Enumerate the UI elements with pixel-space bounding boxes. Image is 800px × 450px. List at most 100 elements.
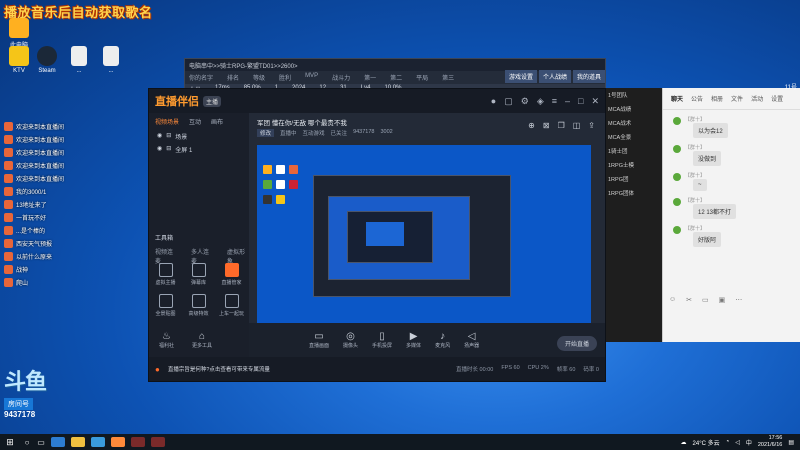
tool-play-together[interactable]: 上车一起玩 (215, 294, 248, 317)
camera-icon[interactable]: ◫ (573, 121, 581, 130)
tab-announcement[interactable]: 公告 (691, 94, 703, 103)
lock-icon[interactable]: ⊠ (543, 121, 550, 130)
tool-sticker[interactable]: 全景贴图 (149, 294, 182, 317)
folder-icon[interactable]: ▭ (702, 296, 709, 304)
settings-icon[interactable]: ⚙ (521, 96, 529, 107)
edge-icon[interactable] (51, 437, 65, 447)
more-tools-button[interactable]: ⌂ 更多工具 (192, 331, 212, 349)
column-header: 你的名字 (189, 76, 214, 82)
copy-icon[interactable]: ❐ (558, 121, 565, 130)
emoji-icon[interactable]: ☺ (669, 296, 676, 304)
danmaku-line: 13地址来了 (4, 198, 124, 210)
record-icon[interactable]: ⊕ (528, 121, 535, 130)
lock-icon[interactable]: ⊟ (166, 145, 171, 154)
list-item[interactable]: MCA战绩 (604, 102, 662, 116)
camera-button[interactable]: ◎ 摄像头 (343, 331, 358, 349)
play-icon: ▶ (409, 331, 418, 342)
maximize-icon[interactable]: □ (578, 96, 583, 107)
weather-icon[interactable]: ☁ (681, 439, 687, 446)
tab-canvas[interactable]: 画布 (211, 117, 223, 126)
tool-virtual-host[interactable]: 虚拟主播 (149, 263, 182, 286)
scene-item[interactable]: ◉ ⊟ 场景 (149, 130, 249, 143)
list-item[interactable]: 1RPG士模 (604, 158, 662, 172)
tool-danmaku[interactable]: 弹幕库 (182, 263, 215, 286)
image-icon[interactable]: ▣ (719, 296, 726, 304)
category-label: 互动游戏 (302, 131, 325, 137)
weather-text[interactable]: 24°C 多云 (693, 438, 720, 447)
steam-icon (37, 46, 57, 66)
minimize-icon[interactable]: – (565, 96, 570, 107)
tab-chat[interactable]: 聊天 (671, 94, 683, 103)
notification-icon[interactable]: ▤ (788, 439, 794, 446)
share-icon[interactable]: ⇪ (588, 121, 595, 130)
welfare-button[interactable]: ♨ 福利社 (159, 331, 174, 349)
danmaku-line: 欢迎来到本直播间 (4, 146, 124, 158)
tab-interact[interactable]: 互动 (189, 117, 201, 126)
tab-my-items[interactable]: 我的道具 (573, 70, 606, 83)
tool-manager[interactable]: 直播管家 (215, 263, 248, 286)
danmaku-line: 战神 (4, 263, 124, 275)
game-icon[interactable] (131, 437, 145, 447)
speaker-button[interactable]: ◁ 扬声器 (464, 331, 479, 349)
tab-album[interactable]: 相册 (711, 94, 723, 103)
desktop-icon-computer[interactable]: 此电脑 (6, 18, 32, 49)
tab-personal-record[interactable]: 个人战绩 (539, 70, 572, 83)
skin-icon[interactable]: ◈ (537, 96, 544, 107)
edit-tag[interactable]: 修改 (257, 129, 275, 137)
list-item[interactable]: 1骑士团 (604, 144, 662, 158)
tab-settings[interactable]: 设置 (771, 94, 783, 103)
desktop-icon-label: ... (76, 68, 82, 74)
monitor-icon: ▭ (314, 331, 324, 342)
microphone-button[interactable]: ♪ 麦克风 (435, 331, 450, 349)
eye-icon[interactable]: ◉ (157, 145, 162, 154)
user-avatar-icon[interactable]: ● (491, 96, 496, 107)
tab-files[interactable]: 文件 (731, 94, 743, 103)
menu-icon[interactable]: ≡ (552, 96, 557, 107)
list-item[interactable]: MCA全景 (604, 130, 662, 144)
scene-item[interactable]: ◉ ⊟ 全屏 1 (149, 143, 249, 156)
danmaku-line: 一首玩不好 (4, 211, 124, 223)
input-language[interactable]: 中 (746, 438, 752, 447)
scene-label: 全屏 1 (175, 148, 193, 154)
game-icon[interactable] (151, 437, 165, 447)
media-button[interactable]: ▶ 多媒体 (406, 331, 421, 349)
desktop-icon-steam[interactable]: Steam (34, 46, 60, 74)
list-item[interactable]: 1RPG团 (604, 172, 662, 186)
scissors-icon[interactable]: ✂ (686, 296, 692, 304)
file-explorer-icon[interactable] (71, 437, 85, 447)
list-item[interactable]: 1号团队 (604, 88, 662, 102)
network-icon[interactable]: ◔ (726, 439, 730, 445)
message-icon[interactable]: ▢ (504, 96, 513, 107)
more-icon[interactable]: ⋯ (735, 296, 742, 304)
search-icon[interactable]: ○ (20, 438, 34, 447)
start-stream-button[interactable]: 开始直播 (556, 336, 597, 351)
close-icon[interactable]: ✕ (591, 96, 599, 107)
desktop-icon-ktv[interactable]: KTV (6, 46, 32, 74)
store-icon[interactable] (91, 437, 105, 447)
streaming-app-icon[interactable] (111, 437, 125, 447)
tab-game-settings[interactable]: 游戏设置 (505, 70, 538, 83)
windows-start-icon[interactable]: ⊞ (0, 437, 20, 448)
phone-cast-button[interactable]: ▯ 手机投屏 (372, 331, 392, 349)
tab-scenes[interactable]: 视频场景 (155, 117, 179, 126)
volume-icon[interactable]: ◁ (735, 439, 740, 446)
warning-text[interactable]: 直播宗旨是何种?点击查看可带来专属流量 (168, 365, 270, 373)
screen-capture-button[interactable]: ▭ 直播画面 (309, 331, 329, 349)
preview-icon (276, 180, 285, 189)
list-item[interactable]: 1RPG团体 (604, 186, 662, 200)
scene-label: 场景 (175, 135, 188, 141)
clock-date: 2021/6/16 (757, 442, 783, 448)
tab-activity[interactable]: 活动 (751, 94, 763, 103)
desktop-icon-file-1[interactable]: ... (66, 46, 92, 74)
user-avatar (4, 173, 13, 183)
lock-icon[interactable]: ⊟ (166, 132, 171, 141)
desktop-icon-file-2[interactable]: ... (98, 46, 124, 74)
tool-effects[interactable]: 高级特效 (182, 294, 215, 317)
eye-icon[interactable]: ◉ (157, 132, 162, 141)
stream-preview[interactable] (257, 145, 591, 333)
task-view-icon[interactable]: ▭ (34, 438, 48, 447)
window-controls: ● ▢ ⚙ ◈ ≡ – □ ✕ (491, 96, 599, 107)
column-header: 排名 (227, 76, 240, 82)
list-item[interactable]: MCA战术 (604, 116, 662, 130)
clock[interactable]: 17:56 2021/6/16 (758, 435, 782, 449)
